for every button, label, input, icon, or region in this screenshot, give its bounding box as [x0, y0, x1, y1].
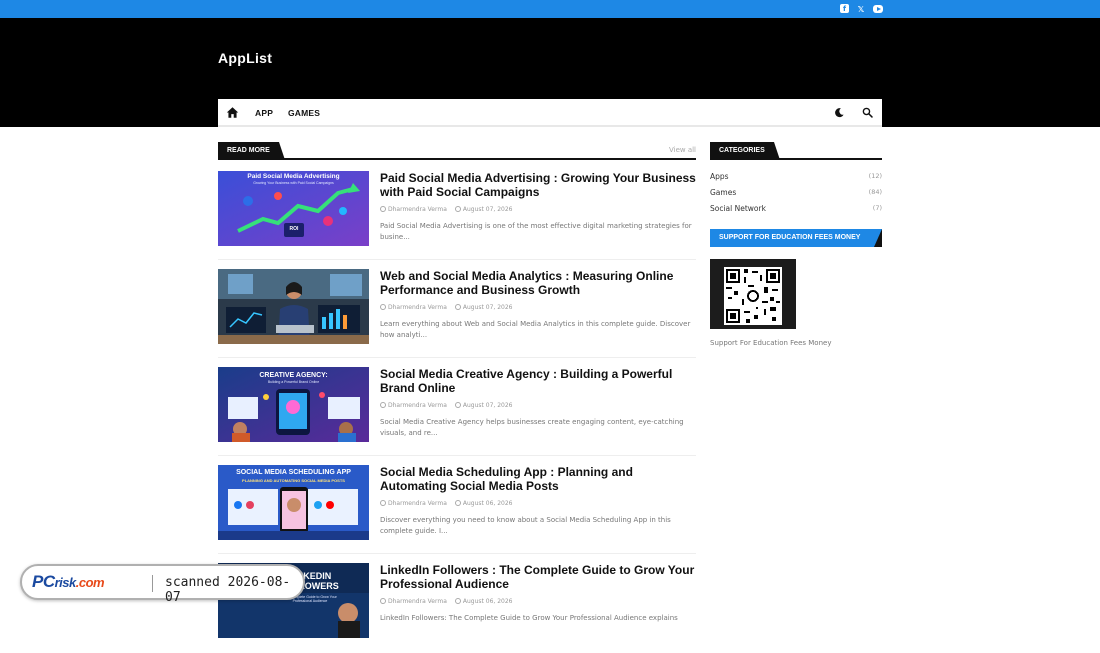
scan-date-text: scanned 2026-08-07: [165, 575, 291, 605]
youtube-icon[interactable]: [873, 5, 883, 13]
support-caption[interactable]: Support For Education Fees Money: [710, 339, 831, 347]
facebook-icon[interactable]: f: [840, 4, 849, 13]
post-thumbnail[interactable]: Paid Social Media Advertising Growing Yo…: [218, 171, 369, 246]
category-count: (12): [868, 172, 882, 180]
post-date: August 06, 2026: [462, 598, 513, 605]
user-icon: [380, 304, 386, 310]
thumb-title: SOCIAL MEDIA SCHEDULING APP: [236, 469, 351, 476]
nav-item-app[interactable]: APP: [255, 108, 273, 118]
post-date: August 07, 2026: [462, 206, 513, 213]
post-excerpt: Paid Social Media Advertising is one of …: [380, 222, 692, 241]
category-name[interactable]: Games: [710, 188, 736, 197]
qr-code: [724, 267, 782, 325]
pcrisk-logo: PCrisk.com: [32, 572, 105, 592]
post-meta: Dharmendra Verma August 07, 2026: [380, 402, 513, 409]
post-date: August 07, 2026: [462, 304, 513, 311]
thumb-subtitle: Building a Powerful Brand Online: [267, 380, 320, 384]
post-title[interactable]: Web and Social Media Analytics : Measuri…: [380, 269, 696, 297]
post-meta: Dharmendra Verma August 07, 2026: [380, 304, 513, 311]
clock-icon: [454, 598, 461, 604]
top-bar: f 𝕏: [0, 0, 1100, 18]
category-name[interactable]: Apps: [710, 172, 729, 181]
divider: [218, 455, 696, 456]
category-item[interactable]: Social Network (7): [710, 204, 882, 216]
thumb-badge: ROI: [289, 226, 299, 232]
thumb-subtitle: Growing Your Business with Paid Social C…: [253, 181, 334, 185]
pcrisk-logo-pc: PC: [32, 572, 55, 591]
clock-icon: [454, 402, 461, 408]
qr-code-image[interactable]: [710, 259, 796, 329]
post-author[interactable]: Dharmendra Verma: [388, 598, 447, 605]
view-all-link[interactable]: View all: [669, 146, 696, 154]
user-icon: [380, 500, 386, 506]
category-item[interactable]: Apps (12): [710, 172, 882, 184]
post-date: August 07, 2026: [462, 402, 513, 409]
clock-icon: [454, 206, 461, 212]
user-icon: [380, 598, 386, 604]
x-icon[interactable]: 𝕏: [856, 4, 866, 14]
watermark-divider: [152, 575, 153, 592]
category-name[interactable]: Social Network: [710, 204, 766, 213]
post-title[interactable]: LinkedIn Followers : The Complete Guide …: [380, 563, 696, 591]
post-title[interactable]: Social Media Scheduling App : Planning a…: [380, 465, 696, 493]
thumb-subtitle: PLANNING AND AUTOMATING SOCIAL MEDIA POS…: [242, 478, 345, 483]
pcrisk-logo-risk: risk: [54, 575, 77, 590]
pcrisk-logo-dot: .com: [75, 575, 105, 590]
post-thumbnail[interactable]: SOCIAL MEDIA SCHEDULING APP PLANNING AND…: [218, 465, 369, 540]
post-author[interactable]: Dharmendra Verma: [388, 402, 447, 409]
post-meta: Dharmendra Verma August 07, 2026: [380, 206, 513, 213]
read-more-title: READ MORE: [218, 142, 285, 160]
thumb-title: CREATIVE AGENCY:: [259, 372, 328, 379]
post-thumbnail[interactable]: CREATIVE AGENCY: Building a Powerful Bra…: [218, 367, 369, 442]
thumb-title: Paid Social Media Advertising: [247, 173, 340, 180]
user-icon: [380, 206, 386, 212]
divider: [218, 357, 696, 358]
categories-header: CATEGORIES: [710, 142, 882, 160]
post-meta: Dharmendra Verma August 06, 2026: [380, 500, 513, 507]
nav-item-games[interactable]: GAMES: [288, 108, 320, 118]
categories-title: CATEGORIES: [710, 142, 780, 160]
post-author[interactable]: Dharmendra Verma: [388, 304, 447, 311]
divider: [218, 553, 696, 554]
post-title[interactable]: Social Media Creative Agency : Building …: [380, 367, 696, 395]
category-item[interactable]: Games (84): [710, 188, 882, 200]
post-meta: Dharmendra Verma August 06, 2026: [380, 598, 513, 605]
read-more-header: READ MORE View all: [218, 142, 696, 160]
divider: [218, 259, 696, 260]
main-nav: APP GAMES: [218, 99, 882, 127]
site-logo[interactable]: AppList: [218, 50, 272, 66]
post-item: Paid Social Media Advertising Growing Yo…: [218, 171, 696, 261]
category-count: (84): [868, 188, 882, 196]
post-item: CREATIVE AGENCY: Building a Powerful Bra…: [218, 367, 696, 457]
post-author[interactable]: Dharmendra Verma: [388, 206, 447, 213]
post-author[interactable]: Dharmendra Verma: [388, 500, 447, 507]
post-title[interactable]: Paid Social Media Advertising : Growing …: [380, 171, 696, 199]
site-header: AppList APP GAMES: [0, 18, 1100, 127]
post-date: August 06, 2026: [462, 500, 513, 507]
post-excerpt: Discover everything you need to know abo…: [380, 516, 671, 535]
clock-icon: [454, 304, 461, 310]
post-item: Web and Social Media Analytics : Measuri…: [218, 269, 696, 359]
pcrisk-watermark: PCrisk.com scanned 2026-08-07: [20, 564, 305, 605]
category-count: (7): [872, 204, 882, 212]
support-header: SUPPORT FOR EDUCATION FEES MONEY: [710, 229, 882, 247]
home-icon[interactable]: [226, 106, 239, 119]
post-excerpt: Learn everything about Web and Social Me…: [380, 320, 691, 339]
post-excerpt: Social Media Creative Agency helps busin…: [380, 418, 684, 437]
search-icon[interactable]: [862, 107, 873, 118]
moon-icon[interactable]: [834, 107, 845, 118]
user-icon: [380, 402, 386, 408]
clock-icon: [454, 500, 461, 506]
post-item: SOCIAL MEDIA SCHEDULING APP PLANNING AND…: [218, 465, 696, 555]
post-thumbnail[interactable]: [218, 269, 369, 344]
